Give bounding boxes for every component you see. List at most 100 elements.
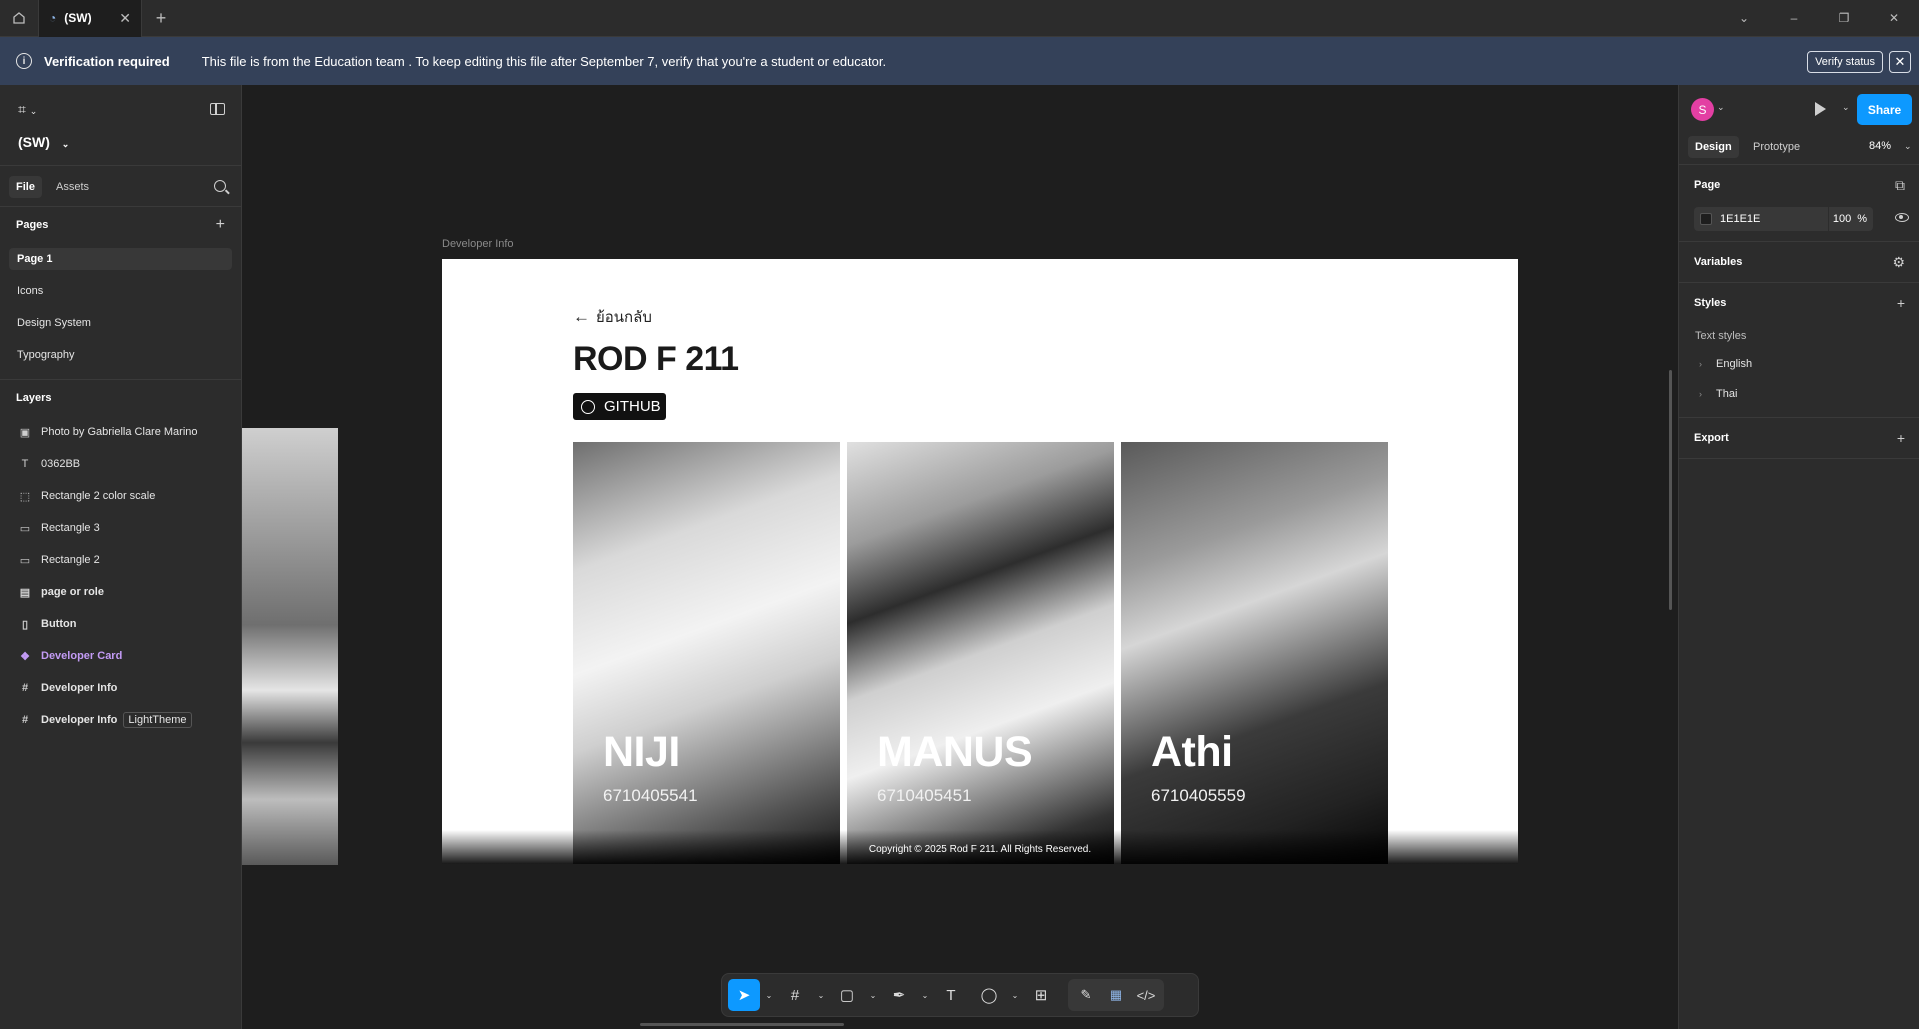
developer-name: Athi bbox=[1151, 728, 1233, 776]
frame-icon: # bbox=[21, 682, 29, 694]
layer-label: Rectangle 2 bbox=[41, 554, 100, 566]
avatar[interactable]: S bbox=[1691, 98, 1714, 121]
style-group[interactable]: › Thai bbox=[1679, 379, 1919, 409]
developer-card[interactable]: Athi 6710405559 bbox=[1121, 442, 1388, 864]
left-tabs: File Assets bbox=[0, 166, 241, 207]
tab-assets[interactable]: Assets bbox=[49, 176, 96, 198]
rectangle-tool-icon[interactable]: ▢ bbox=[830, 979, 864, 1011]
side-photo[interactable] bbox=[242, 428, 338, 865]
verify-status-button[interactable]: Verify status bbox=[1807, 51, 1883, 73]
figma-menu-icon[interactable]: ⌗ ⌄ bbox=[18, 101, 37, 118]
canvas[interactable]: Developer Info ← ย้อนกลับ ROD F 211 GITH… bbox=[242, 85, 1678, 1029]
title-bar: ◔ (SW) ✕ + ⌄ – ❐ ✕ bbox=[0, 0, 1919, 37]
minimize-icon[interactable]: – bbox=[1769, 0, 1819, 37]
developer-card[interactable]: MANUS 6710405451 bbox=[847, 442, 1114, 864]
page-item[interactable]: Page 1 bbox=[9, 248, 232, 270]
github-label: GITHUB bbox=[604, 398, 661, 415]
text-tool-icon[interactable]: T bbox=[934, 979, 968, 1011]
close-window-icon[interactable]: ✕ bbox=[1869, 0, 1919, 37]
page-item[interactable]: Design System bbox=[0, 307, 241, 339]
developer-card[interactable]: NIJI 6710405541 bbox=[573, 442, 840, 864]
frame-icon: # bbox=[21, 714, 29, 726]
tab-prototype[interactable]: Prototype bbox=[1746, 136, 1807, 158]
layer-item[interactable]: T 0362BB bbox=[0, 448, 241, 480]
layer-label: page or role bbox=[41, 586, 104, 598]
close-tab-icon[interactable]: ✕ bbox=[119, 10, 131, 27]
arrow-left-icon: ← bbox=[573, 307, 590, 326]
styles-header: Styles bbox=[1694, 297, 1727, 309]
layer-item[interactable]: # Developer Info bbox=[0, 672, 241, 704]
layer-item[interactable]: ▭ Rectangle 3 bbox=[0, 512, 241, 544]
chevron-down-icon[interactable]: ⌄ bbox=[1717, 102, 1725, 113]
move-tool-icon[interactable]: ➤ bbox=[728, 979, 760, 1011]
toggle-sidebar-icon[interactable] bbox=[210, 103, 225, 115]
chevron-down-icon[interactable]: ⌄ bbox=[920, 979, 930, 1011]
tab-file[interactable]: File bbox=[9, 176, 42, 198]
comment-tool-icon[interactable]: ◯ bbox=[972, 979, 1006, 1011]
layer-item[interactable]: ▣ Photo by Gabriella Clare Marino bbox=[0, 416, 241, 448]
layer-item[interactable]: ▤ page or role bbox=[0, 576, 241, 608]
layers-header: Layers bbox=[16, 392, 52, 404]
frame-tool-icon[interactable]: # bbox=[778, 979, 812, 1011]
chevron-down-icon[interactable]: ⌄ bbox=[1842, 102, 1850, 113]
add-export-icon[interactable]: + bbox=[1897, 430, 1905, 446]
chevron-down-icon[interactable]: ⌄ bbox=[764, 979, 774, 1011]
bottom-toolbar: ➤ ⌄ # ⌄ ▢ ⌄ ✒ ⌄ T ◯ ⌄ ⊞ ✎ ▦ </> bbox=[721, 973, 1199, 1017]
chevron-down-icon[interactable]: ⌄ bbox=[868, 979, 878, 1011]
restore-icon[interactable]: ❐ bbox=[1819, 0, 1869, 37]
present-play-icon[interactable] bbox=[1815, 102, 1826, 116]
eye-icon[interactable] bbox=[1895, 213, 1909, 222]
developer-info-frame[interactable]: ← ย้อนกลับ ROD F 211 GITHUB NIJI 6710405… bbox=[442, 259, 1518, 864]
close-banner-icon[interactable]: ✕ bbox=[1889, 51, 1911, 73]
new-tab-icon[interactable]: + bbox=[142, 8, 180, 29]
file-name-menu[interactable]: (SW) ⌄ bbox=[18, 134, 69, 150]
frame-label[interactable]: Developer Info bbox=[442, 238, 514, 250]
tab-design[interactable]: Design bbox=[1688, 136, 1739, 158]
dev-mode-icon[interactable]: </> bbox=[1132, 979, 1160, 1011]
draw-mode-icon[interactable]: ✎ bbox=[1072, 979, 1100, 1011]
variables-settings-icon[interactable]: ⚙ bbox=[1892, 254, 1905, 271]
search-icon[interactable] bbox=[214, 180, 226, 192]
horizontal-scrollbar[interactable] bbox=[640, 1023, 844, 1026]
left-panel-header: ⌗ ⌄ (SW) ⌄ bbox=[0, 85, 241, 166]
project-title: ROD F 211 bbox=[573, 340, 739, 378]
developer-id: 6710405451 bbox=[877, 786, 972, 805]
page-settings-icon[interactable]: ⧉ bbox=[1895, 177, 1905, 194]
text-icon: T bbox=[21, 458, 29, 470]
actions-tool-icon[interactable]: ⊞ bbox=[1024, 979, 1058, 1011]
chevron-down-icon[interactable]: ⌄ bbox=[1010, 979, 1020, 1011]
pen-tool-icon[interactable]: ✒ bbox=[882, 979, 916, 1011]
add-style-icon[interactable]: + bbox=[1897, 295, 1905, 311]
chevron-down-icon[interactable]: ⌄ bbox=[1904, 141, 1912, 152]
banner-message: This file is from the Education team . T… bbox=[201, 53, 887, 69]
chevron-down-icon[interactable]: ⌄ bbox=[1719, 0, 1769, 37]
color-swatch[interactable] bbox=[1700, 213, 1712, 225]
page-item[interactable]: Icons bbox=[0, 275, 241, 307]
layer-item[interactable]: ❖ Developer Card bbox=[0, 640, 241, 672]
add-page-icon[interactable]: + bbox=[216, 216, 225, 234]
page-item[interactable]: Typography bbox=[0, 339, 241, 371]
style-group[interactable]: › English bbox=[1679, 349, 1919, 379]
file-tab[interactable]: ◔ (SW) ✕ bbox=[38, 0, 142, 37]
zoom-level[interactable]: 84% bbox=[1869, 140, 1891, 152]
page-fill-color[interactable]: 1E1E1E bbox=[1694, 207, 1828, 231]
layer-item[interactable]: ⬚ Rectangle 2 color scale bbox=[0, 480, 241, 512]
layer-tag: LightTheme bbox=[123, 712, 192, 728]
github-button[interactable]: GITHUB bbox=[573, 393, 666, 420]
banner-title: Verification required bbox=[44, 53, 170, 69]
back-link[interactable]: ← ย้อนกลับ bbox=[573, 305, 652, 329]
right-panel: S ⌄ ⌄ Share Design Prototype 84% ⌄ Page … bbox=[1678, 85, 1919, 1029]
page-fill-opacity[interactable]: 100 % bbox=[1829, 207, 1873, 231]
layer-item[interactable]: ▯ Button bbox=[0, 608, 241, 640]
chevron-down-icon[interactable]: ⌄ bbox=[816, 979, 826, 1011]
home-icon[interactable] bbox=[0, 0, 38, 37]
layers-section: Layers ▣ Photo by Gabriella Clare Marino … bbox=[0, 380, 241, 736]
design-mode-icon[interactable]: ▦ bbox=[1102, 979, 1130, 1011]
section-icon: ▤ bbox=[19, 586, 31, 599]
layer-item[interactable]: ▭ Rectangle 2 bbox=[0, 544, 241, 576]
export-section: Export + bbox=[1679, 418, 1919, 459]
developer-id: 6710405541 bbox=[603, 786, 698, 805]
share-button[interactable]: Share bbox=[1857, 94, 1912, 125]
vertical-scrollbar[interactable] bbox=[1669, 370, 1672, 610]
layer-item[interactable]: # Developer Info LightTheme bbox=[0, 704, 241, 736]
